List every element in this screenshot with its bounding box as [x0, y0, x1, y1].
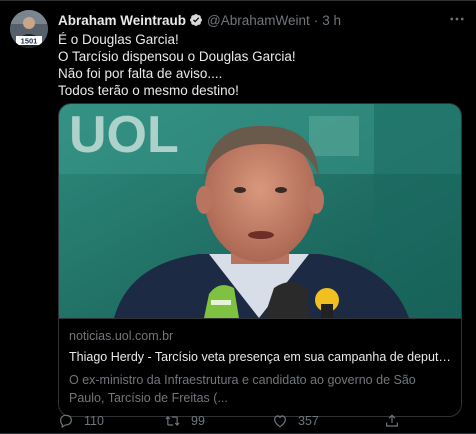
- retweet-button[interactable]: 99: [164, 413, 205, 429]
- tweet[interactable]: 1501 Abraham Weintraub @AbrahamWeint · 3…: [0, 0, 476, 434]
- tweet-actions: 110 99 357: [58, 410, 468, 432]
- separator-dot: ·: [313, 12, 319, 28]
- like-icon: [274, 415, 286, 428]
- verified-icon: [189, 13, 203, 27]
- card-meta[interactable]: noticias.uol.com.br Thiago Herdy - Tarcí…: [59, 318, 461, 416]
- tweet-text-line: Todos terão o mesmo destino!: [58, 83, 239, 98]
- like-button[interactable]: 357: [272, 413, 319, 429]
- card-image-logo: UOL: [69, 106, 179, 164]
- reply-button[interactable]: 110: [58, 413, 104, 429]
- link-card[interactable]: UOL noticias.uol.com.br Thiago Herdy - T…: [58, 103, 462, 417]
- tweet-text-line: É o Douglas Garcia!: [58, 32, 179, 47]
- card-title[interactable]: Thiago Herdy - Tarcísio veta presença em…: [69, 350, 453, 364]
- retweet-icon: [165, 416, 180, 426]
- tweet-header: Abraham Weintraub @AbrahamWeint · 3 h: [58, 10, 341, 30]
- share-icon: [386, 414, 398, 427]
- handle[interactable]: @AbrahamWeint: [207, 13, 310, 28]
- avatar[interactable]: 1501: [10, 10, 48, 48]
- display-name[interactable]: Abraham Weintraub: [58, 13, 186, 28]
- tweet-text: É o Douglas Garcia! O Tarcísio dispensou…: [58, 31, 458, 99]
- retweet-count: 99: [191, 414, 205, 428]
- more-icon[interactable]: [446, 8, 468, 30]
- timestamp[interactable]: 3 h: [322, 13, 341, 28]
- reply-icon: [60, 414, 72, 429]
- card-domain: noticias.uol.com.br: [69, 329, 174, 343]
- tweet-text-line: O Tarcísio dispensou o Douglas Garcia!: [58, 49, 296, 64]
- divider: [0, 0, 476, 1]
- share-button[interactable]: [384, 413, 400, 429]
- card-description: O ex-ministro da Infraestrutura e candid…: [69, 373, 416, 405]
- like-count: 357: [298, 414, 319, 428]
- tweet-text-line: Não foi por falta de aviso....: [58, 66, 223, 81]
- avatar-badge-text: 1501: [21, 37, 38, 46]
- reply-count: 110: [84, 414, 104, 428]
- card-image[interactable]: UOL: [59, 104, 461, 318]
